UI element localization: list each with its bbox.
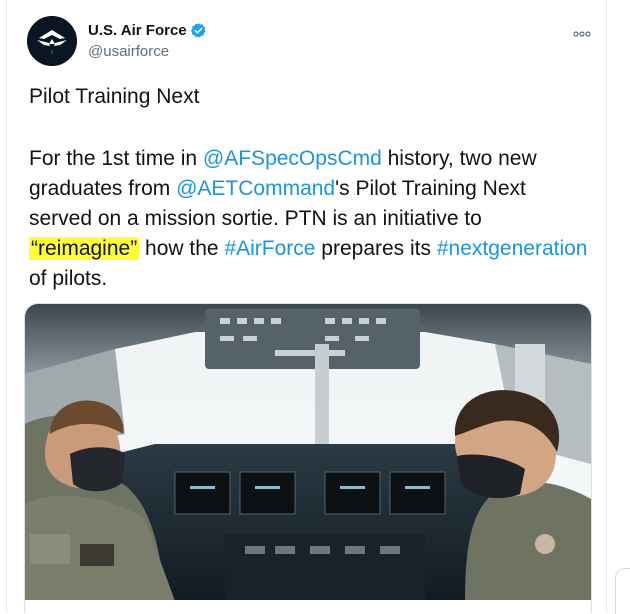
tweet-text: For the 1st time in xyxy=(29,147,203,170)
verified-badge-icon xyxy=(190,22,207,39)
author-handle[interactable]: @usairforce xyxy=(88,43,169,60)
cockpit-photo-image xyxy=(25,304,591,601)
hashtag-link[interactable]: #nextgeneration xyxy=(437,237,588,260)
highlighted-text: “reimagine” xyxy=(29,237,140,260)
more-options-icon[interactable] xyxy=(572,26,592,37)
mention-link[interactable]: @AFSpecOpsCmd xyxy=(203,147,382,170)
author-display-name[interactable]: U.S. Air Force xyxy=(88,22,187,39)
mention-link[interactable]: @AETCommand xyxy=(176,177,335,200)
adjacent-panel-edge xyxy=(615,568,630,614)
tweet-text: of pilots. xyxy=(29,267,108,290)
photo-frame-bottom xyxy=(24,600,592,613)
tweet-body: For the 1st time in @AFSpecOpsCmd histor… xyxy=(29,144,594,294)
tweet-title: Pilot Training Next xyxy=(29,85,200,108)
tweet-photo[interactable] xyxy=(24,303,592,602)
tweet-text: prepares its xyxy=(315,237,437,260)
tweet-card[interactable]: U.S. Air Force @usairforce Pilot Trainin… xyxy=(6,0,607,613)
hashtag-link[interactable]: #AirForce xyxy=(224,237,315,260)
tweet-text: how the xyxy=(139,237,225,260)
air-force-wings-logo-icon[interactable] xyxy=(27,16,77,66)
